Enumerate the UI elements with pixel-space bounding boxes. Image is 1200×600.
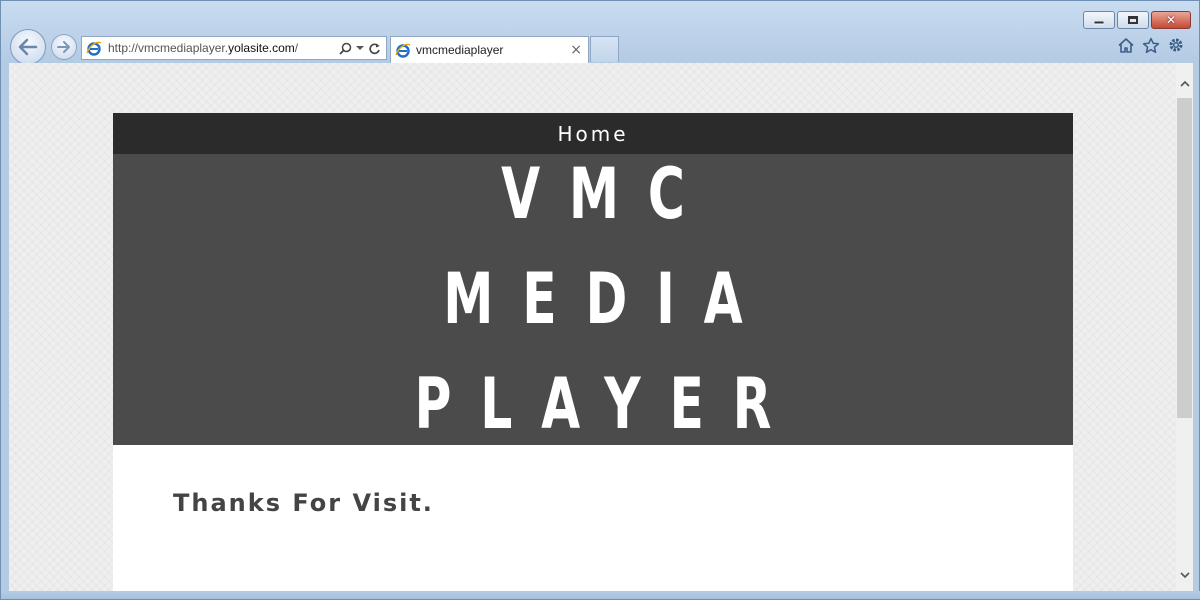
site-container: Home VMC MEDIA PLAYER Thanks For Visit. [113, 113, 1073, 593]
new-tab-button[interactable] [590, 36, 619, 62]
scrollbar-thumb[interactable] [1177, 98, 1192, 418]
vertical-scrollbar[interactable] [1176, 63, 1193, 593]
browser-window: ✕ http://vmcmediaplayer.yolasite.com/ vm… [0, 0, 1200, 600]
site-title-line-2: PLAYER [414, 363, 801, 445]
site-header-banner: VMC MEDIA PLAYER [113, 153, 1073, 445]
chevron-down-icon [1179, 571, 1190, 578]
url-text[interactable]: http://vmcmediaplayer.yolasite.com/ [108, 41, 339, 55]
tab-close-icon[interactable]: × [570, 42, 582, 58]
site-title-line-1: VMC MEDIA [443, 153, 772, 340]
address-bar[interactable]: http://vmcmediaplayer.yolasite.com/ [81, 36, 387, 60]
content-heading: Thanks For Visit. [173, 489, 434, 517]
forward-button[interactable] [51, 34, 77, 60]
back-button[interactable] [10, 29, 46, 65]
tab-vmcmediaplayer[interactable]: vmcmediaplayer × [390, 36, 589, 63]
refresh-icon[interactable] [368, 42, 381, 55]
restore-icon [1128, 16, 1138, 24]
gear-icon[interactable] [1167, 36, 1185, 54]
scroll-down-button[interactable] [1176, 565, 1193, 585]
site-title: VMC MEDIA PLAYER [341, 142, 845, 457]
command-icons [1117, 36, 1185, 54]
close-icon: ✕ [1165, 13, 1177, 27]
search-icon[interactable] [339, 42, 352, 55]
window-bottom-border [1, 591, 1200, 599]
home-icon[interactable] [1117, 37, 1135, 54]
star-icon[interactable] [1142, 37, 1160, 54]
minimize-icon [1094, 21, 1104, 25]
tab-ie-logo-icon [395, 43, 411, 58]
url-suffix: / [294, 41, 299, 55]
main-content: Thanks For Visit. [113, 445, 1073, 593]
scroll-up-button[interactable] [1176, 73, 1193, 93]
tab-title: vmcmediaplayer [416, 43, 504, 57]
dropdown-arrow-icon[interactable] [356, 45, 364, 51]
restore-button[interactable] [1117, 11, 1149, 29]
forward-arrow-icon [57, 41, 70, 53]
url-prefix: http://vmcmediaplayer. [108, 41, 229, 55]
window-controls: ✕ [1083, 11, 1191, 29]
back-arrow-icon [18, 38, 38, 56]
address-tools [339, 42, 381, 55]
minimize-button[interactable] [1083, 11, 1115, 29]
chevron-up-icon [1179, 80, 1190, 87]
close-window-button[interactable]: ✕ [1151, 11, 1191, 29]
page-viewport: Home VMC MEDIA PLAYER Thanks For Visit. [9, 63, 1193, 593]
url-domain: yolasite.com [228, 41, 295, 55]
ie-logo-icon [86, 41, 102, 56]
